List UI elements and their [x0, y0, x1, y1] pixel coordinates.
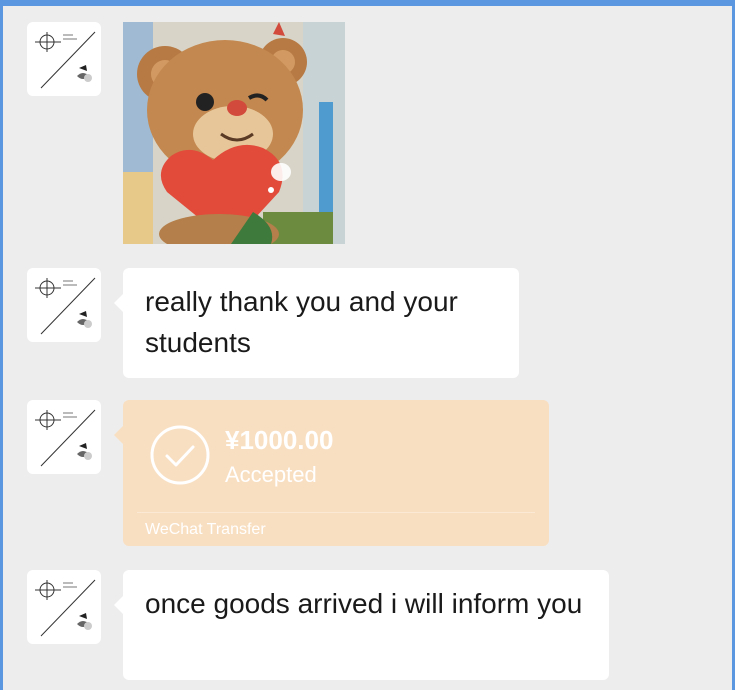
transfer-label: WeChat Transfer: [145, 521, 266, 538]
transfer-divider: [137, 512, 535, 513]
sender-avatar[interactable]: [27, 400, 101, 474]
check-circle-icon: [149, 424, 211, 486]
teddy-bear-heart-photo-icon: [123, 22, 345, 244]
message-text: once goods arrived i will inform you: [145, 588, 583, 619]
message-bubble[interactable]: once goods arrived i will inform you: [114, 570, 609, 680]
message-bubble[interactable]: really thank you and your students: [114, 268, 519, 378]
wechat-transfer-card[interactable]: ¥1000.00 Accepted WeChat Transfer: [114, 400, 549, 546]
sender-avatar[interactable]: [27, 570, 101, 644]
sketch-logo-avatar-icon: [35, 31, 96, 89]
sketch-logo-avatar-icon: [35, 409, 96, 467]
message-text: really thank you and your students: [145, 286, 458, 358]
sketch-logo-avatar-icon: [35, 277, 96, 335]
sender-avatar[interactable]: [27, 22, 101, 96]
transfer-status: Accepted: [225, 462, 317, 487]
sketch-logo-avatar-icon: [35, 579, 96, 637]
sender-avatar[interactable]: [27, 268, 101, 342]
transfer-amount: ¥1000.00: [225, 425, 334, 455]
teddy-bear-heart-photo[interactable]: [123, 22, 345, 244]
chat-window: really thank you and your students ¥1000…: [0, 0, 735, 690]
